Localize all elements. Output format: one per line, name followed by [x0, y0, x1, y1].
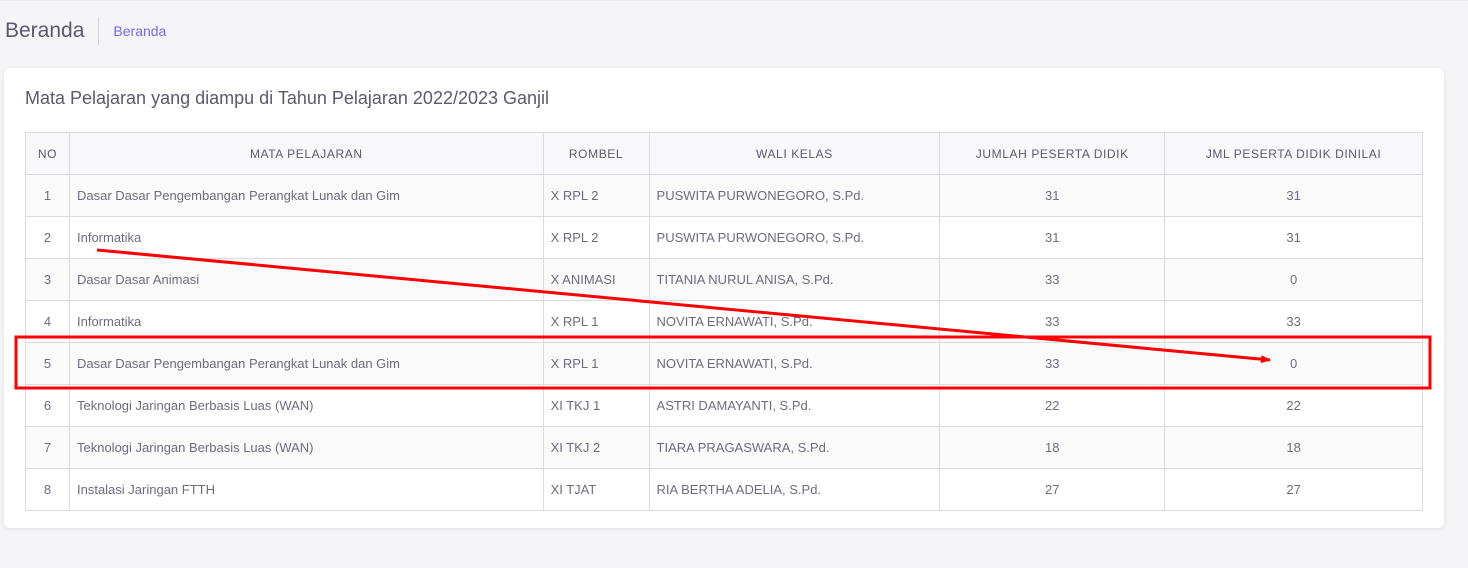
cell-no: 8 — [25, 468, 70, 511]
cell-jumlah-peserta: 31 — [939, 174, 1166, 217]
cell-jumlah-peserta: 18 — [939, 426, 1166, 469]
table-row: 4 Informatika X RPL 1 NOVITA ERNAWATI, S… — [25, 300, 1423, 343]
cell-mata-pelajaran: Informatika — [68, 300, 544, 343]
cell-rombel: X RPL 1 — [542, 342, 650, 385]
cell-mata-pelajaran: Teknologi Jaringan Berbasis Luas (WAN) — [68, 426, 544, 469]
cell-peserta-dinilai: 31 — [1164, 174, 1423, 217]
table-row: 3 Dasar Dasar Animasi X ANIMASI TITANIA … — [25, 258, 1423, 301]
cell-no: 2 — [25, 216, 70, 259]
cell-rombel: XI TJAT — [542, 468, 650, 511]
cell-rombel: XI TKJ 2 — [542, 426, 650, 469]
cell-wali-kelas: NOVITA ERNAWATI, S.Pd. — [648, 342, 941, 385]
column-header-wali-kelas: WALI KELAS — [648, 132, 941, 175]
cell-peserta-dinilai: 22 — [1164, 384, 1423, 427]
page-title: Beranda — [5, 17, 100, 45]
cell-wali-kelas: ASTRI DAMAYANTI, S.Pd. — [648, 384, 941, 427]
cell-peserta-dinilai: 18 — [1164, 426, 1423, 469]
table-row: 8 Instalasi Jaringan FTTH XI TJAT RIA BE… — [25, 468, 1423, 511]
card-title: Mata Pelajaran yang diampu di Tahun Pela… — [25, 88, 550, 108]
column-header-mata-pelajaran: MATA PELAJARAN — [68, 132, 544, 175]
column-header-rombel: ROMBEL — [542, 132, 650, 175]
breadcrumb-link[interactable]: Beranda — [99, 23, 166, 39]
cell-mata-pelajaran: Informatika — [68, 216, 544, 259]
cell-mata-pelajaran: Instalasi Jaringan FTTH — [68, 468, 544, 511]
cell-wali-kelas: TITANIA NURUL ANISA, S.Pd. — [648, 258, 941, 301]
cell-jumlah-peserta: 33 — [939, 342, 1166, 385]
column-header-no: NO — [25, 132, 70, 175]
cell-no: 4 — [25, 300, 70, 343]
cell-rombel: X RPL 2 — [542, 174, 650, 217]
table-row: 6 Teknologi Jaringan Berbasis Luas (WAN)… — [25, 384, 1423, 427]
table-row: 2 Informatika X RPL 2 PUSWITA PURWONEGOR… — [25, 216, 1423, 259]
cell-no: 7 — [25, 426, 70, 469]
cell-wali-kelas: PUSWITA PURWONEGORO, S.Pd. — [648, 216, 941, 259]
table-row: 7 Teknologi Jaringan Berbasis Luas (WAN)… — [25, 426, 1423, 469]
cell-jumlah-peserta: 31 — [939, 216, 1166, 259]
table-row: 5 Dasar Dasar Pengembangan Perangkat Lun… — [25, 342, 1423, 385]
cell-mata-pelajaran: Dasar Dasar Pengembangan Perangkat Lunak… — [68, 342, 544, 385]
cell-rombel: XI TKJ 1 — [542, 384, 650, 427]
cell-jumlah-peserta: 27 — [939, 468, 1166, 511]
cell-peserta-dinilai: 0 — [1164, 258, 1423, 301]
cell-no: 3 — [25, 258, 70, 301]
cell-jumlah-peserta: 33 — [939, 258, 1166, 301]
subjects-table: NO MATA PELAJARAN ROMBEL WALI KELAS JUML… — [25, 132, 1423, 511]
table-row: 1 Dasar Dasar Pengembangan Perangkat Lun… — [25, 174, 1423, 217]
column-header-jumlah-peserta: JUMLAH PESERTA DIDIK — [939, 132, 1166, 175]
page-header: Beranda Beranda — [5, 16, 166, 46]
cell-jumlah-peserta: 33 — [939, 300, 1166, 343]
cell-peserta-dinilai: 31 — [1164, 216, 1423, 259]
cell-no: 5 — [25, 342, 70, 385]
column-header-peserta-dinilai: JML PESERTA DIDIK DINILAI — [1164, 132, 1423, 175]
cell-rombel: X ANIMASI — [542, 258, 650, 301]
cell-mata-pelajaran: Dasar Dasar Pengembangan Perangkat Lunak… — [68, 174, 544, 217]
cell-wali-kelas: RIA BERTHA ADELIA, S.Pd. — [648, 468, 941, 511]
cell-no: 6 — [25, 384, 70, 427]
cell-no: 1 — [25, 174, 70, 217]
cell-peserta-dinilai: 33 — [1164, 300, 1423, 343]
cell-wali-kelas: PUSWITA PURWONEGORO, S.Pd. — [648, 174, 941, 217]
cell-rombel: X RPL 2 — [542, 216, 650, 259]
cell-mata-pelajaran: Teknologi Jaringan Berbasis Luas (WAN) — [68, 384, 544, 427]
cell-wali-kelas: TIARA PRAGASWARA, S.Pd. — [648, 426, 941, 469]
cell-peserta-dinilai: 27 — [1164, 468, 1423, 511]
subjects-card: Mata Pelajaran yang diampu di Tahun Pela… — [4, 68, 1444, 528]
cell-jumlah-peserta: 22 — [939, 384, 1166, 427]
top-divider — [0, 0, 1468, 1]
cell-rombel: X RPL 1 — [542, 300, 650, 343]
cell-mata-pelajaran: Dasar Dasar Animasi — [68, 258, 544, 301]
cell-peserta-dinilai: 0 — [1164, 342, 1423, 385]
table-header-row: NO MATA PELAJARAN ROMBEL WALI KELAS JUML… — [25, 132, 1423, 175]
cell-wali-kelas: NOVITA ERNAWATI, S.Pd. — [648, 300, 941, 343]
